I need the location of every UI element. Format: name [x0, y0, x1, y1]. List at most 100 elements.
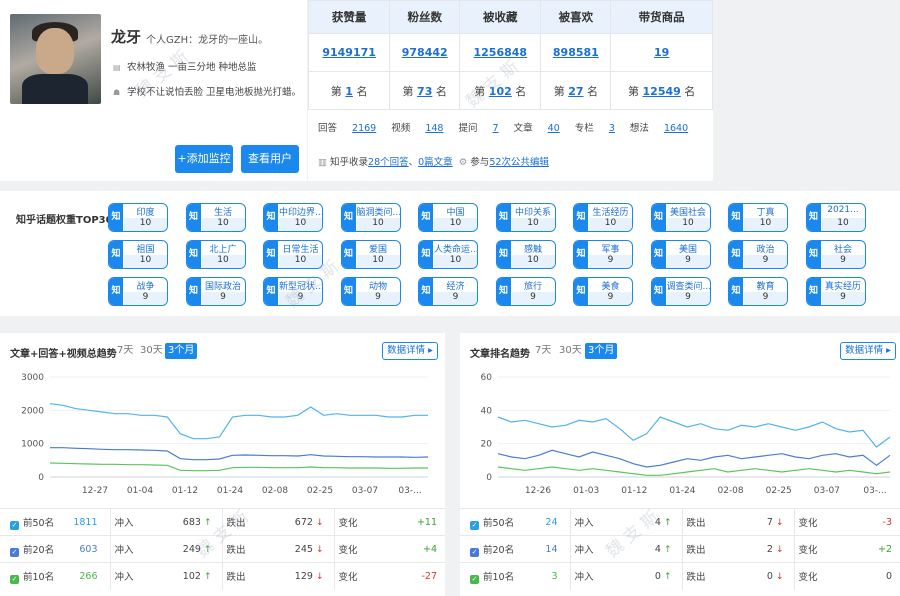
checkbox-icon[interactable]: ✓ [10, 547, 19, 557]
topic-tag[interactable]: 知美国社会 10 [650, 203, 711, 232]
topic-tag[interactable]: 知 美食 9 [573, 277, 633, 306]
series-line [497, 416, 891, 448]
rank-fans[interactable]: 73 [417, 85, 432, 98]
included-articles-link[interactable]: 0篇文章 [418, 157, 453, 168]
topic-tag[interactable]: 知 爱国 10 [340, 240, 401, 269]
topic-tag[interactable]: 知 2021... 10 [805, 203, 866, 232]
topic-tag[interactable]: 知生活经历 10 [573, 203, 633, 232]
topic-tag[interactable]: 知 经济 9 [418, 277, 478, 306]
checkbox-icon[interactable]: ✓ [470, 574, 479, 584]
range-3m[interactable]: 3个月 [585, 343, 618, 359]
zhihu-icon: 知 [574, 241, 588, 268]
range-30d[interactable]: 30天 [556, 343, 585, 359]
stats-value-liked[interactable]: 898581 [553, 46, 599, 59]
checkbox-icon[interactable]: ✓ [10, 520, 19, 530]
row-total: 266 [62, 562, 110, 590]
zhihu-icon: 知 [574, 204, 588, 231]
book-icon: ▥ [318, 157, 327, 168]
topic-tag[interactable]: 知调查类问... 9 [650, 277, 711, 306]
checkbox-icon[interactable]: ✓ [470, 547, 479, 557]
topic-tag[interactable]: 知 战争 9 [108, 277, 168, 306]
rank-likes[interactable]: 1 [345, 85, 353, 98]
zhihu-icon: 知 [806, 278, 821, 305]
range-3m[interactable]: 3个月 [165, 343, 198, 359]
topic-tag[interactable]: 知真实经历 9 [805, 277, 866, 306]
topic-weight: 9 [744, 292, 787, 305]
count-label: 专栏 [574, 123, 594, 134]
count-questions[interactable]: 7 [493, 123, 499, 134]
trend-panel-articles: 文章排名趋势 7天 30天 3个月 数据详情 ▸ 0 20 40 60 12-26 01-… [460, 333, 900, 596]
data-detail-button[interactable]: 数据详情 ▸ [382, 342, 438, 360]
topic-tag[interactable]: 知人类命运... 10 [418, 240, 478, 269]
stats-value-likes[interactable]: 9149171 [322, 46, 376, 59]
change-label: 变化 [333, 535, 386, 563]
topic-tag[interactable]: 知 丁真 10 [728, 203, 788, 232]
topic-name: 中印关系 [514, 208, 551, 218]
separator: 、 [408, 157, 419, 168]
rank-liked[interactable]: 27 [568, 85, 583, 98]
in-cell: 102 ↑ [162, 562, 222, 590]
topic-tag[interactable]: 知 祖国 10 [108, 240, 168, 269]
topic-weight: 9 [124, 292, 167, 305]
checkbox-icon[interactable]: ✓ [470, 520, 479, 530]
topic-tag[interactable]: 知日常生活 10 [263, 240, 323, 269]
topic-tag[interactable]: 知 旅行 9 [495, 277, 556, 306]
rank-goods[interactable]: 12549 [643, 85, 681, 98]
data-detail-button[interactable]: 数据详情 ▸ [840, 342, 896, 360]
briefcase-icon: ▤ [113, 63, 121, 72]
included-answers-link[interactable]: 28个回答 [368, 157, 409, 168]
topic-tag[interactable]: 知中印关系 10 [495, 203, 556, 232]
data-detail-label: 数据详情 [387, 345, 426, 356]
topic-tag[interactable]: 知国际政治 9 [185, 277, 246, 306]
avatar-body [22, 74, 88, 104]
topic-tag[interactable]: 知新型冠状... 9 [263, 277, 323, 306]
topic-tag[interactable]: 知 美国 9 [650, 240, 711, 269]
range-7d[interactable]: 7天 [532, 343, 554, 359]
change-label: 变化 [333, 508, 386, 536]
stats-header-fans: 粉丝数 [389, 0, 461, 34]
arrow-down-icon: ↓ [775, 571, 784, 582]
public-edits-link[interactable]: 52次公共编辑 [489, 157, 549, 168]
topic-tag[interactable]: 知 教育 9 [728, 277, 788, 306]
add-monitor-button[interactable]: +添加监控 [175, 145, 233, 173]
stats-value-goods[interactable]: 19 [654, 46, 669, 59]
count-articles[interactable]: 40 [548, 123, 560, 134]
topic-tag[interactable]: 知 中国 10 [418, 203, 478, 232]
range-30d[interactable]: 30天 [137, 343, 166, 359]
topic-name: 丁真 [756, 208, 775, 218]
topic-tag[interactable]: 知 印度 10 [108, 203, 168, 232]
view-user-button[interactable]: 查看用户 [241, 145, 299, 173]
row-total: 1811 [62, 508, 110, 536]
topic-tag[interactable]: 知 社会 9 [805, 240, 866, 269]
count-thoughts[interactable]: 1640 [664, 123, 688, 134]
topic-tag[interactable]: 知 感触 10 [495, 240, 556, 269]
zhihu-icon: 知 [496, 241, 511, 268]
topic-tag[interactable]: 知北上广 10 [185, 240, 246, 269]
topic-name: 爱国 [368, 245, 387, 255]
data-detail-label: 数据详情 [845, 345, 884, 356]
topic-tag[interactable]: 知中印边界... 10 [263, 203, 323, 232]
stats-value-collected[interactable]: 1256848 [474, 46, 528, 59]
range-7d[interactable]: 7天 [114, 343, 136, 359]
rank-collected[interactable]: 102 [489, 85, 512, 98]
topic-tag[interactable]: 知 生活 10 [185, 203, 246, 232]
participate-label: 参与 [470, 157, 490, 168]
topic-tag[interactable]: 知 军事 9 [573, 240, 633, 269]
series-line [49, 462, 428, 472]
avatar[interactable] [10, 14, 101, 104]
count-columns[interactable]: 3 [609, 123, 615, 134]
topic-tag[interactable]: 知 动物 9 [340, 277, 401, 306]
count-answers[interactable]: 2169 [352, 123, 376, 134]
row-name-cell: ✓ 前50名 [0, 508, 62, 536]
zhihu-icon: 知 [574, 278, 588, 305]
checkbox-icon[interactable]: ✓ [10, 574, 19, 584]
stats-value-fans[interactable]: 978442 [402, 46, 448, 59]
zhihu-icon: 知 [651, 278, 666, 305]
count-videos[interactable]: 148 [425, 123, 443, 134]
topic-tag[interactable]: 知 政治 9 [728, 240, 788, 269]
count-item: 文章 40 [514, 123, 560, 134]
arrow-up-icon: ↑ [663, 544, 672, 555]
row-name: 前50名 [23, 517, 55, 529]
topic-tag[interactable]: 知脑洞类问... 10 [340, 203, 401, 232]
row-name: 前10名 [23, 571, 55, 583]
